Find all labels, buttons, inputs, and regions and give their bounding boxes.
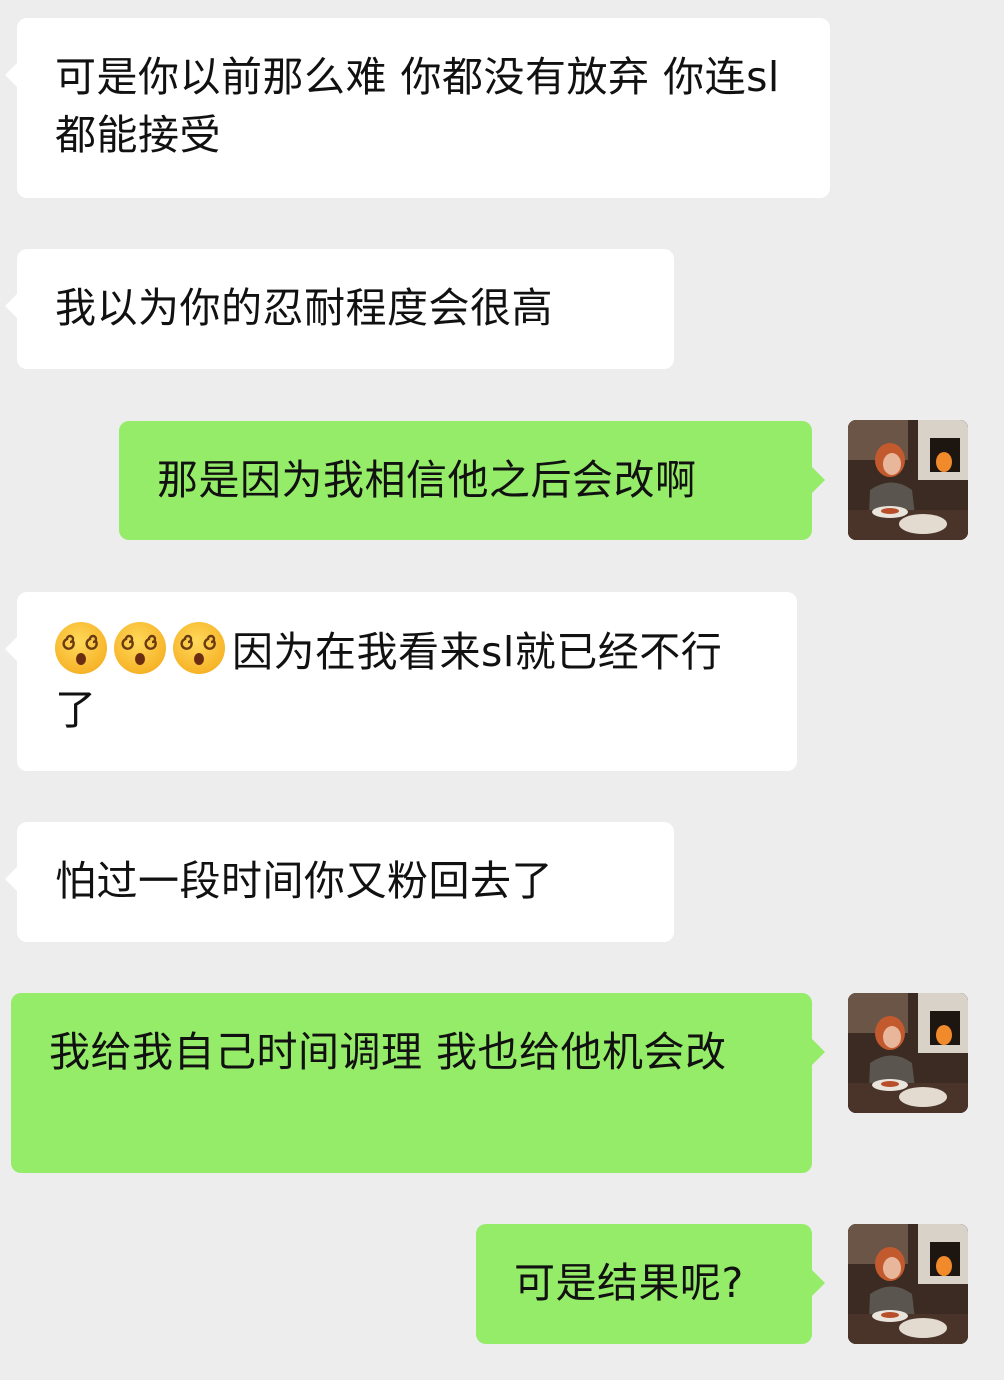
user-avatar[interactable] — [848, 1224, 968, 1344]
dizzy-face-emoji — [173, 622, 225, 674]
avatar-photo — [848, 420, 968, 540]
message-bubble-received[interactable]: 我以为你的忍耐程度会很高 — [5, 249, 674, 369]
message-bubble-received[interactable]: 因为在我看来sl就已经不行了 — [5, 592, 797, 771]
message-bubble-sent[interactable]: 那是因为我相信他之后会改啊 — [119, 421, 825, 540]
message-text: 因为在我看来sl就已经不行了 — [55, 622, 759, 739]
dizzy-face-emoji — [114, 622, 166, 674]
message-bubble-sent[interactable]: 可是结果呢? — [476, 1224, 825, 1344]
message-bubble-received[interactable]: 可是你以前那么难 你都没有放弃 你连sl都能接受 — [5, 18, 830, 198]
message-bubble-sent[interactable]: 我给我自己时间调理 我也给他机会改 — [11, 993, 825, 1173]
avatar-photo — [848, 1224, 968, 1344]
dizzy-face-emoji — [55, 622, 107, 674]
message-text: 可是你以前那么难 你都没有放弃 你连sl都能接受 — [55, 53, 780, 159]
message-text: 我给我自己时间调理 我也给他机会改 — [49, 1028, 727, 1076]
message-text: 可是结果呢? — [514, 1259, 744, 1307]
user-avatar[interactable] — [848, 420, 968, 540]
message-text: 怕过一段时间你又粉回去了 — [55, 857, 553, 905]
avatar-photo — [848, 993, 968, 1113]
user-avatar[interactable] — [848, 993, 968, 1113]
message-text: 那是因为我相信他之后会改啊 — [157, 456, 697, 504]
message-bubble-received[interactable]: 怕过一段时间你又粉回去了 — [5, 822, 674, 942]
message-text: 我以为你的忍耐程度会很高 — [55, 284, 553, 332]
